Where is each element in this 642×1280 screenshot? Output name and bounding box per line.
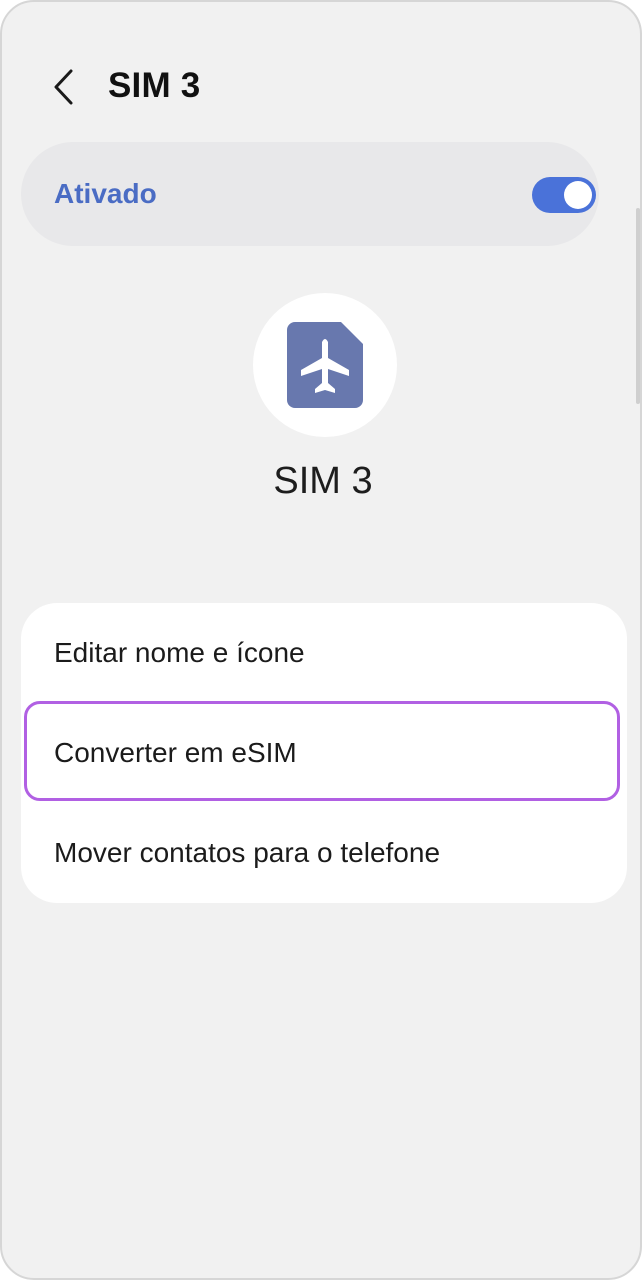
edit-name-icon-item[interactable]: Editar nome e ícone [21,603,627,703]
menu-item-label: Mover contatos para o telefone [54,837,441,868]
back-button[interactable] [40,64,86,110]
airplane-sim-icon [287,322,363,408]
move-contacts-item[interactable]: Mover contatos para o telefone [21,803,627,903]
app-bar: SIM 3 [2,50,640,122]
scrollbar[interactable] [636,208,640,404]
page-title: SIM 3 [108,66,201,105]
switch-knob [564,181,592,209]
phone-screen: SIM 3 Ativado SIM 3 Editar nome e ícone … [0,0,642,1280]
sim-name: SIM 3 [273,460,373,502]
options-card: Editar nome e ícone Converter em eSIM Mo… [21,603,627,903]
activated-switch[interactable] [532,177,596,213]
menu-item-label: Editar nome e ícone [54,637,305,668]
toggle-label: Ativado [54,178,157,209]
sim-icon-container [253,293,397,437]
convert-esim-item[interactable]: Converter em eSIM [21,703,627,803]
activated-toggle-row[interactable]: Ativado [21,142,599,246]
chevron-left-icon [54,69,73,105]
menu-item-label: Converter em eSIM [54,737,297,768]
